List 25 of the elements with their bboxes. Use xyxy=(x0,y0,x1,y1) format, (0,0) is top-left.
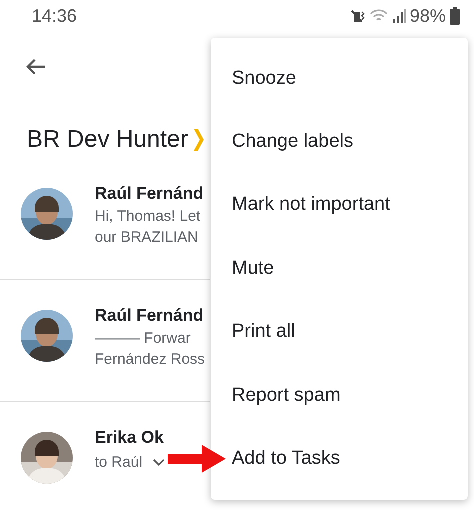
battery-icon xyxy=(450,7,460,25)
chevron-down-icon[interactable] xyxy=(152,458,165,466)
menu-item[interactable]: Mute xyxy=(211,237,468,301)
vibrate-mute-icon xyxy=(348,8,366,24)
recipient-text: to Raúl xyxy=(95,453,143,473)
status-time: 14:36 xyxy=(32,6,78,26)
menu-item[interactable]: Add to Tasks xyxy=(211,427,468,491)
importance-marker-icon xyxy=(194,129,204,151)
menu-item[interactable]: Snooze xyxy=(211,47,468,110)
sender-name: Raúl Fernánd xyxy=(95,184,204,204)
battery-percent: 98% xyxy=(410,6,446,26)
menu-item[interactable]: Mark not important xyxy=(211,174,468,238)
message-snippet: our BRAZILIAN xyxy=(95,228,200,248)
signal-icon xyxy=(392,9,406,23)
thread-title: BR Dev Hunter xyxy=(27,126,188,154)
menu-item[interactable]: Print all xyxy=(211,300,468,364)
sender-name: Raúl Fernánd xyxy=(95,306,205,326)
menu-item[interactable]: Change labels xyxy=(211,110,468,174)
wifi-icon xyxy=(370,9,388,23)
sender-name: Erika Ok xyxy=(95,428,165,448)
message-snippet: Hi, Thomas! Let xyxy=(95,207,202,227)
arrow-annotation xyxy=(168,445,226,473)
menu-item[interactable]: Report spam xyxy=(211,364,468,428)
message-snippet: ——— Forwar xyxy=(95,329,192,349)
message-snippet: Fernández Ross xyxy=(95,350,206,370)
